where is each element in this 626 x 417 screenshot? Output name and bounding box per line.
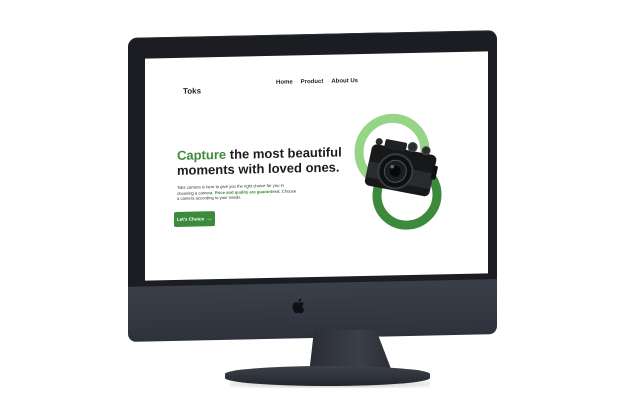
hero-title-accent: Capture [177, 146, 227, 163]
hero-description: Toks camera is here to give you the righ… [177, 182, 297, 201]
lets-choice-button[interactable]: Let's Choice → [174, 211, 215, 227]
cta-label: Let's Choice [176, 216, 205, 222]
imac-monitor: Toks Home Product About Us Capture the m… [0, 0, 626, 417]
camera-illustration [354, 113, 442, 230]
nav-about-us[interactable]: About Us [331, 78, 358, 85]
monitor-chin [128, 279, 497, 342]
brand-logo[interactable]: Toks [183, 86, 201, 95]
monitor-stand-base [225, 366, 430, 386]
nav-product[interactable]: Product [301, 79, 324, 85]
apple-logo-icon [292, 298, 305, 314]
nav-home[interactable]: Home [276, 79, 293, 85]
hero-desc-highlight: Price and quality are guaranteed. [214, 188, 281, 195]
arrow-right-icon: → [206, 215, 213, 222]
hero-title: Capture the most beautiful moments with … [177, 144, 367, 177]
top-nav: Home Product About Us [276, 78, 358, 86]
website-screen: Toks Home Product About Us Capture the m… [145, 51, 488, 281]
